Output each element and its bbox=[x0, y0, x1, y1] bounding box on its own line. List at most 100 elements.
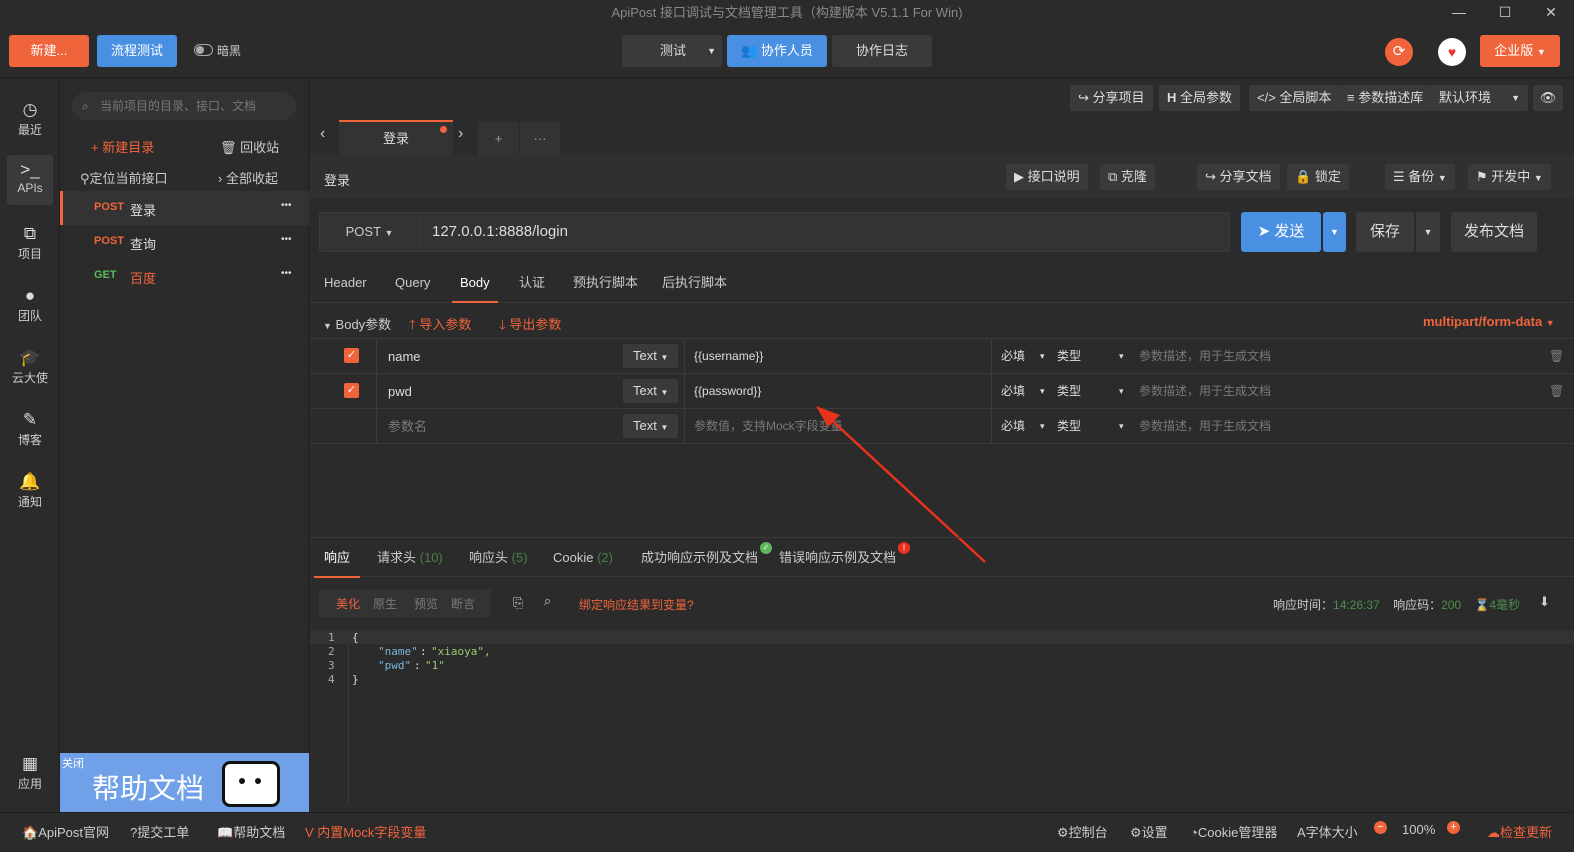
kind-dropdown[interactable]: 类型 bbox=[1057, 374, 1081, 409]
dark-mode-toggle[interactable] bbox=[194, 44, 213, 56]
api-doc-button[interactable]: ▶ 接口说明 bbox=[1006, 164, 1088, 190]
row-checkbox[interactable]: ✓ bbox=[344, 348, 359, 363]
new-dir-button[interactable]: + 新建目录 bbox=[91, 137, 154, 156]
send-options-icon[interactable]: ▼ bbox=[1323, 212, 1346, 252]
trash-icon[interactable]: 🗑 bbox=[1549, 374, 1564, 409]
apipost-site-link[interactable]: 🏠ApiPost官网 bbox=[22, 822, 109, 841]
param-lib-button[interactable]: ≡ 参数描述库 bbox=[1339, 85, 1432, 111]
locate-api-button[interactable]: ⚲定位当前接口 bbox=[80, 168, 168, 187]
help-doc-banner[interactable]: 关闭 帮助文档 bbox=[60, 753, 309, 812]
tab-body[interactable]: Body bbox=[452, 263, 498, 303]
banner-close-button[interactable]: 关闭 bbox=[62, 755, 84, 771]
global-script-button[interactable]: </> 全局脚本 bbox=[1249, 85, 1340, 111]
global-params-button[interactable]: H 全局参数 bbox=[1159, 85, 1241, 111]
param-desc-input[interactable]: 参数描述，用于生成文档 bbox=[1139, 374, 1271, 409]
api-item-query[interactable]: POST 查询 ••• bbox=[60, 225, 309, 259]
recycle-bin-button[interactable]: 🗑 回收站 bbox=[220, 137, 279, 156]
eye-icon[interactable]: 👁 bbox=[1533, 85, 1563, 111]
tab-query[interactable]: Query bbox=[395, 263, 430, 303]
param-type-dropdown[interactable]: Text ▼ bbox=[623, 379, 679, 403]
collapse-all-button[interactable]: › 全部收起 bbox=[218, 168, 278, 187]
download-icon[interactable]: ⬇ bbox=[1539, 594, 1550, 610]
mode-assert[interactable]: 断言 bbox=[451, 595, 475, 612]
save-options-icon[interactable]: ▼ bbox=[1416, 212, 1440, 252]
copy-icon[interactable]: ⎘ bbox=[513, 595, 523, 611]
status-dropdown[interactable]: ⚑ 开发中 ▼ bbox=[1468, 164, 1551, 190]
body-params-toggle[interactable]: ▼ Body参数 bbox=[323, 314, 391, 333]
tab-success-doc[interactable]: 成功响应示例及文档 ✓ bbox=[641, 538, 773, 578]
tab-error-doc[interactable]: 错误响应示例及文档! bbox=[779, 538, 911, 578]
send-button[interactable]: ➤ 发送 bbox=[1241, 212, 1321, 252]
mock-link[interactable]: V 内置Mock字段变量 bbox=[305, 822, 426, 841]
tab-cookie[interactable]: Cookie (2) bbox=[553, 538, 613, 578]
search-input[interactable]: ⌕ 当前项目的目录、接口、文档 bbox=[72, 92, 296, 120]
mode-beautify[interactable]: 美化 bbox=[336, 595, 360, 612]
api-item-baidu[interactable]: GET 百度 ••• bbox=[60, 259, 309, 293]
check-update-button[interactable]: ☁检查更新 bbox=[1487, 822, 1552, 841]
mode-raw[interactable]: 原生 bbox=[373, 595, 397, 612]
required-dropdown[interactable]: 必填 bbox=[1001, 419, 1025, 433]
nav-ambassador[interactable]: 🎓 云大使 bbox=[0, 347, 60, 386]
help-doc-link[interactable]: 📖帮助文档 bbox=[217, 822, 285, 841]
row-checkbox[interactable]: ✓ bbox=[344, 383, 359, 398]
param-type-dropdown[interactable]: Text ▼ bbox=[623, 414, 679, 438]
more-icon[interactable]: ••• bbox=[281, 234, 292, 245]
maximize-button[interactable]: ☐ bbox=[1482, 0, 1528, 26]
tab-response[interactable]: 响应 bbox=[314, 538, 361, 578]
nav-recent[interactable]: ◷ 最近 bbox=[0, 99, 60, 138]
nav-team[interactable]: ● 团队 bbox=[0, 285, 60, 324]
zoom-in-icon[interactable]: + bbox=[1447, 821, 1460, 834]
share-project-button[interactable]: ↪ 分享项目 bbox=[1070, 85, 1153, 111]
cookie-manager-button[interactable]: ◔Cookie管理器 bbox=[1190, 822, 1277, 841]
more-icon[interactable]: ••• bbox=[281, 200, 292, 211]
avatar[interactable]: ♥ bbox=[1438, 38, 1466, 66]
param-desc-input[interactable]: 参数描述，用于生成文档 bbox=[1139, 339, 1271, 374]
ticket-link[interactable]: ?提交工单 bbox=[130, 822, 189, 841]
save-button[interactable]: 保存 bbox=[1356, 212, 1414, 252]
clone-button[interactable]: ⧉ 克隆 bbox=[1100, 164, 1155, 190]
param-type-dropdown[interactable]: Text ▼ bbox=[623, 344, 679, 368]
zoom-out-icon[interactable]: − bbox=[1374, 821, 1387, 834]
share-doc-button[interactable]: ↪ 分享文档 bbox=[1197, 164, 1280, 190]
collab-log-button[interactable]: 协作日志 bbox=[832, 35, 932, 67]
tab-next-icon[interactable]: › bbox=[458, 125, 463, 143]
required-dropdown[interactable]: 必填 bbox=[1001, 384, 1025, 398]
trash-icon[interactable]: 🗑 bbox=[1549, 339, 1564, 374]
required-dropdown[interactable]: 必填 bbox=[1001, 349, 1025, 363]
nav-apps[interactable]: ▦ 应用 bbox=[0, 753, 60, 792]
kind-dropdown[interactable]: 类型 bbox=[1057, 409, 1081, 444]
test-env-dropdown[interactable]: 测试 ▼ bbox=[622, 35, 722, 67]
tab-login[interactable]: 登录 bbox=[339, 120, 453, 155]
env-dropdown[interactable]: 默认环境 ▼ bbox=[1431, 85, 1528, 111]
nav-notify[interactable]: 🔔 通知 bbox=[0, 471, 60, 510]
tab-auth[interactable]: 认证 bbox=[519, 263, 545, 303]
close-button[interactable]: ✕ bbox=[1528, 0, 1574, 26]
add-tab-button[interactable]: + bbox=[478, 122, 519, 155]
response-body-viewer[interactable]: 1 { 2 "name" : "xiaoya", 3 "pwd" : "1" 4… bbox=[310, 630, 1574, 805]
nav-apis[interactable]: >_ APIs bbox=[7, 155, 53, 205]
method-dropdown[interactable]: POST ▼ bbox=[320, 213, 420, 251]
nav-blog[interactable]: ✎ 博客 bbox=[0, 409, 60, 448]
param-desc-input[interactable]: 参数描述，用于生成文档 bbox=[1139, 409, 1271, 444]
settings-button[interactable]: ⚙设置 bbox=[1130, 822, 1168, 841]
minimize-button[interactable]: — bbox=[1436, 0, 1482, 26]
flow-test-button[interactable]: 流程测试 bbox=[97, 35, 177, 67]
tab-req-headers[interactable]: 请求头 (10) bbox=[377, 538, 443, 578]
export-params-button[interactable]: 🡓 导出参数 bbox=[499, 314, 561, 338]
kind-dropdown[interactable]: 类型 bbox=[1057, 339, 1081, 374]
lock-button[interactable]: 🔒 锁定 bbox=[1287, 164, 1349, 190]
content-type-dropdown[interactable]: multipart/form-data ▼ bbox=[1423, 314, 1555, 329]
publish-doc-button[interactable]: 发布文档 bbox=[1451, 212, 1537, 252]
collaborators-button[interactable]: 👥 协作人员 bbox=[727, 35, 827, 67]
tab-header[interactable]: Header bbox=[324, 263, 367, 303]
tab-resp-headers[interactable]: 响应头 (5) bbox=[469, 538, 528, 578]
backup-dropdown[interactable]: ☰ 备份 ▼ bbox=[1385, 164, 1455, 190]
import-params-button[interactable]: 🡑 导入参数 bbox=[409, 314, 471, 338]
nav-project[interactable]: ⧉ 项目 bbox=[0, 223, 60, 262]
api-item-login[interactable]: POST 登录 ••• bbox=[60, 191, 309, 225]
bind-result-link[interactable]: 绑定响应结果到变量? bbox=[579, 596, 694, 613]
tab-prev-icon[interactable]: ‹ bbox=[320, 125, 325, 143]
new-button[interactable]: 新建... bbox=[9, 35, 89, 67]
more-icon[interactable]: ••• bbox=[281, 268, 292, 279]
url-input[interactable]: 127.0.0.1:8888/login bbox=[432, 213, 568, 251]
